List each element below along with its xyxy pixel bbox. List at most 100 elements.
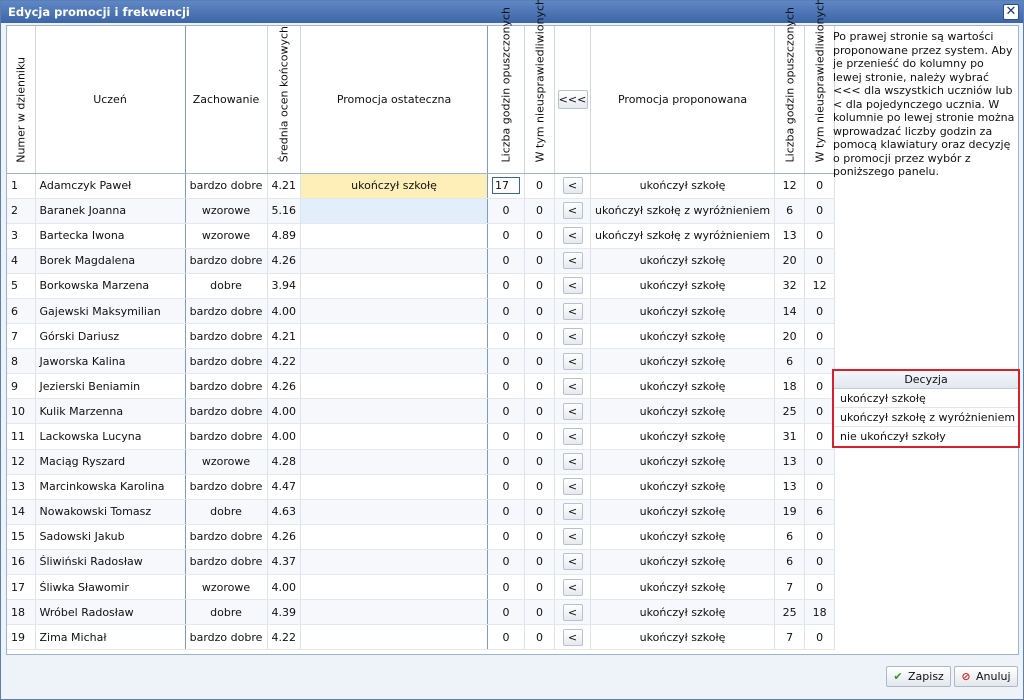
cell-unexcused[interactable]: 0 [524, 373, 555, 400]
cell-unexcused[interactable]: 0 [524, 173, 555, 199]
copy-row-button[interactable]: < [562, 553, 583, 571]
cell-missed-hours[interactable]: 0 [487, 223, 525, 249]
table-row[interactable]: 4 Borek Magdalena bardzo dobre 4.26 0 0 < ukońc… [7, 248, 836, 274]
cell-final-promotion[interactable]: ukończył szkołę [300, 173, 488, 199]
cell-missed-hours[interactable]: 0 [487, 248, 525, 274]
cell-final-promotion[interactable] [300, 273, 488, 299]
cell-missed-hours[interactable]: 0 [487, 524, 525, 550]
cell-unexcused[interactable]: 0 [524, 574, 555, 601]
cell-final-promotion[interactable] [300, 599, 488, 626]
cell-missed-hours[interactable]: 0 [487, 499, 525, 525]
cell-missed-hours[interactable]: 0 [487, 348, 525, 375]
table-row[interactable]: 7 Górski Dariusz bardzo dobre 4.21 0 0 < ukończ… [7, 323, 836, 350]
cell-unexcused[interactable]: 0 [524, 298, 555, 325]
cell-missed-hours[interactable]: 0 [487, 373, 525, 400]
cancel-button[interactable]: ⊘ Anuluj [954, 666, 1018, 687]
missed-hours-input[interactable]: 17 [492, 177, 520, 195]
cell-unexcused[interactable]: 0 [524, 474, 555, 500]
table-row[interactable]: 3 Bartecka Iwona wzorowe 4.89 0 0 < ukończył sz… [7, 223, 836, 249]
table-row[interactable]: 10 Kulik Marzenna bardzo dobre 4.00 0 0 < ukońc… [7, 398, 836, 425]
cell-final-promotion[interactable] [300, 348, 488, 375]
cell-final-promotion[interactable] [300, 373, 488, 400]
header-unexcused[interactable]: W tym nieusprawiedliwionych [524, 0, 555, 174]
header-proposed-promotion[interactable]: Promocja proponowana [590, 26, 776, 174]
cell-unexcused[interactable]: 0 [524, 423, 555, 450]
cell-unexcused[interactable]: 0 [524, 524, 555, 550]
table-row[interactable]: 5 Borkowska Marzena dobre 3.94 0 0 < ukończył s… [7, 273, 836, 299]
cell-unexcused[interactable]: 0 [524, 398, 555, 425]
cell-final-promotion[interactable] [300, 474, 488, 500]
cell-final-promotion[interactable] [300, 449, 488, 475]
table-row[interactable]: 6 Gajewski Maksymilian bardzo dobre 4.00 0 0 <… [7, 298, 836, 325]
cell-final-promotion[interactable] [300, 223, 488, 249]
cell-missed-hours[interactable]: 0 [487, 398, 525, 425]
cell-unexcused[interactable]: 0 [524, 323, 555, 350]
cell-unexcused[interactable]: 0 [524, 273, 555, 299]
cell-missed-hours[interactable]: 0 [487, 423, 525, 450]
table-row[interactable]: 19 Zima Michał bardzo dobre 4.22 0 0 < ukończył… [7, 624, 836, 651]
table-row[interactable]: 18 Wróbel Radosław dobre 4.39 0 0 < ukończył sz… [7, 599, 836, 626]
table-row[interactable]: 8 Jaworska Kalina bardzo dobre 4.22 0 0 < ukońc… [7, 348, 836, 375]
decision-option-graduated-honors[interactable]: ukończył szkołę z wyróżnieniem [834, 408, 1018, 427]
cell-missed-hours[interactable]: 0 [487, 273, 525, 299]
cell-final-promotion[interactable] [300, 423, 488, 450]
header-missed-hours-proposed[interactable]: Liczba godzin opuszczonych [774, 7, 806, 174]
cell-missed-hours[interactable]: 0 [487, 574, 525, 601]
cell-unexcused[interactable]: 0 [524, 223, 555, 249]
cell-missed-hours[interactable]: 0 [487, 599, 525, 626]
header-num[interactable]: Numer w dzienniku [7, 26, 36, 174]
table-row[interactable]: 13 Marcinkowska Karolina bardzo dobre 4.47 0… [7, 474, 836, 500]
cell-unexcused[interactable]: 0 [524, 624, 555, 651]
copy-row-button[interactable]: < [562, 427, 583, 445]
header-final-promotion[interactable]: Promocja ostateczna [300, 26, 488, 174]
cell-final-promotion[interactable] [300, 524, 488, 550]
cell-missed-hours[interactable]: 0 [487, 198, 525, 224]
copy-row-button[interactable]: < [562, 503, 583, 521]
cell-missed-hours[interactable]: 0 [487, 323, 525, 350]
cell-unexcused[interactable]: 0 [524, 499, 555, 525]
cell-missed-hours[interactable]: 0 [487, 549, 525, 576]
close-icon[interactable]: ✕ [1003, 4, 1019, 20]
table-row[interactable]: 1 Adamczyk Paweł bardzo dobre 4.21 ukończył … [7, 173, 836, 199]
cell-final-promotion[interactable] [300, 398, 488, 425]
copy-row-button[interactable]: < [562, 528, 583, 546]
copy-all-button[interactable]: <<< [557, 89, 588, 109]
table-row[interactable]: 17 Śliwka Sławomir wzorowe 4.00 0 0 < ukończył … [7, 574, 836, 601]
copy-row-button[interactable]: < [562, 578, 583, 596]
table-row[interactable]: 15 Sadowski Jakub bardzo dobre 4.26 0 0 < ukońc… [7, 524, 836, 550]
copy-row-button[interactable]: < [562, 478, 583, 496]
cell-final-promotion[interactable] [300, 323, 488, 350]
copy-row-button[interactable]: < [562, 352, 583, 370]
cell-unexcused[interactable]: 0 [524, 449, 555, 475]
copy-row-button[interactable]: < [562, 628, 583, 646]
copy-row-button[interactable]: < [562, 302, 583, 320]
table-row[interactable]: 2 Baranek Joanna wzorowe 5.16 0 0 < ukończył sz… [7, 198, 836, 224]
copy-row-button[interactable]: < [562, 327, 583, 345]
cell-unexcused[interactable]: 0 [524, 198, 555, 224]
cell-unexcused[interactable]: 0 [524, 348, 555, 375]
copy-row-button[interactable]: < [562, 402, 583, 420]
decision-option-not-graduated[interactable]: nie ukończył szkoły [834, 427, 1018, 446]
copy-row-button[interactable]: < [562, 377, 583, 395]
cell-final-promotion[interactable] [300, 198, 488, 224]
cell-missed-hours[interactable]: 0 [487, 624, 525, 651]
copy-row-button[interactable]: < [562, 177, 583, 195]
cell-missed-hours[interactable]: 0 [487, 449, 525, 475]
cell-unexcused[interactable]: 0 [524, 549, 555, 576]
header-missed-hours[interactable]: Liczba godzin opuszczonych [487, 7, 525, 174]
header-student[interactable]: Uczeń [35, 26, 186, 174]
cell-final-promotion[interactable] [300, 499, 488, 525]
table-row[interactable]: 12 Maciąg Ryszard wzorowe 4.28 0 0 < ukończył s… [7, 449, 836, 475]
copy-row-button[interactable]: < [562, 453, 583, 471]
copy-row-button[interactable]: < [562, 252, 583, 270]
decision-option-graduated[interactable]: ukończył szkołę [834, 389, 1018, 408]
table-row[interactable]: 16 Śliwiński Radosław bardzo dobre 4.37 0 0 < u… [7, 549, 836, 576]
cell-final-promotion[interactable] [300, 574, 488, 601]
cell-missed-hours[interactable]: 0 [487, 474, 525, 500]
table-row[interactable]: 14 Nowakowski Tomasz dobre 4.63 0 0 < ukończył … [7, 499, 836, 525]
copy-row-button[interactable]: < [562, 202, 583, 220]
header-behavior[interactable]: Zachowanie [185, 26, 268, 174]
cell-unexcused[interactable]: 0 [524, 599, 555, 626]
cell-final-promotion[interactable] [300, 248, 488, 274]
copy-row-button[interactable]: < [562, 227, 583, 245]
